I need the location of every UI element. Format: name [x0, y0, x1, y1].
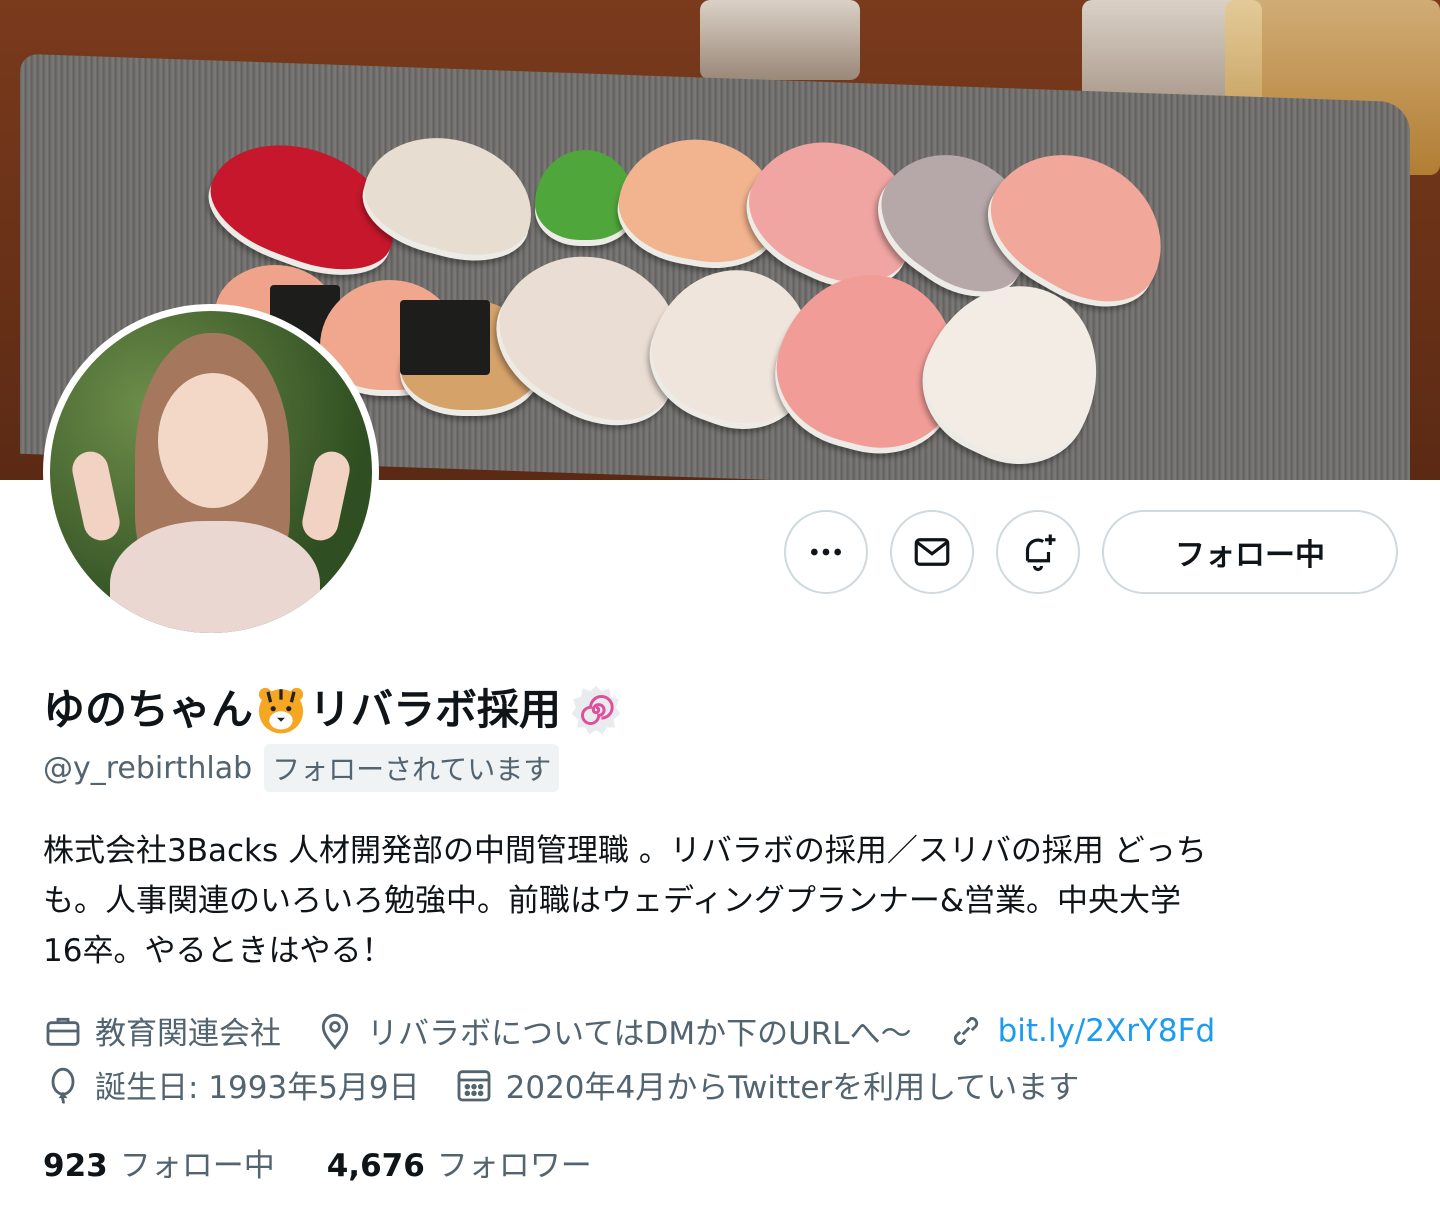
avatar-hand-left	[69, 448, 123, 544]
profile-category: 教育関連会社	[43, 1008, 281, 1053]
location-text: リバラボについてはDMか下のURLへ〜	[367, 1016, 912, 1052]
profile-stats: 923 フォロー中 4,676 フォロワー	[43, 1140, 644, 1185]
profile-birthday: 誕生日: 1993年5月9日	[43, 1062, 420, 1107]
profile-avatar[interactable]	[43, 304, 379, 640]
location-pin-icon	[321, 1013, 349, 1050]
display-name-part2: リバラボ採用	[309, 685, 562, 734]
profile-bio: 株式会社3Backs 人材開発部の中間管理職 。リバラボの採用／スリバの採用 ど…	[43, 833, 1207, 969]
follows-you-badge: フォローされています	[264, 744, 560, 792]
message-button[interactable]	[890, 510, 974, 594]
followers-count: 4,676	[326, 1148, 425, 1184]
more-button[interactable]	[784, 510, 868, 594]
more-dots-icon	[811, 548, 841, 556]
avatar-face	[158, 373, 268, 508]
glass-image	[700, 0, 860, 80]
profile-handle-row: @y_rebirthlab フォローされています	[43, 744, 560, 792]
followers-label: フォロワー	[436, 1148, 592, 1184]
avatar-body	[110, 521, 320, 633]
profile-name-row: ゆのちゃん リバラボ採用	[43, 680, 623, 740]
profile-meta-row-1: 教育関連会社 リバラボについてはDMか下のURLへ〜 bit.ly/2XrY8F…	[43, 1008, 1249, 1053]
link-icon	[953, 1016, 978, 1045]
nori-image	[400, 300, 490, 375]
notifications-button[interactable]	[996, 510, 1080, 594]
following-stat[interactable]: 923 フォロー中	[43, 1140, 275, 1185]
category-text: 教育関連会社	[95, 1016, 281, 1052]
birthday-text: 誕生日: 1993年5月9日	[95, 1070, 420, 1106]
briefcase-icon	[46, 1017, 80, 1046]
profile-website: bit.ly/2XrY8Fd	[946, 1011, 1216, 1051]
followers-stat[interactable]: 4,676 フォロワー	[327, 1140, 592, 1185]
profile-meta-row-2: 誕生日: 1993年5月9日 2020年4月からTwitterを利用しています	[43, 1062, 1113, 1107]
bell-plus-icon	[1025, 534, 1056, 572]
calendar-icon	[457, 1069, 491, 1101]
avatar-hand-right	[299, 448, 353, 544]
profile-joined: 2020年4月からTwitterを利用しています	[454, 1062, 1080, 1107]
balloon-icon	[51, 1067, 75, 1104]
display-name-part1: ゆのちゃん	[43, 685, 254, 734]
following-label: フォロー中	[119, 1148, 275, 1184]
avatar-photo	[50, 311, 372, 633]
username-handle: @y_rebirthlab	[43, 750, 253, 786]
website-link[interactable]: bit.ly/2XrY8Fd	[998, 1013, 1216, 1049]
joined-text: 2020年4月からTwitterを利用しています	[505, 1070, 1080, 1106]
profile-location: リバラボについてはDMか下のURLへ〜	[315, 1008, 912, 1053]
tiger-face-emoji-icon	[258, 687, 304, 734]
naruto-swirl-icon	[571, 685, 621, 735]
envelope-icon	[914, 538, 950, 566]
following-button[interactable]: フォロー中	[1102, 510, 1398, 594]
following-count: 923	[43, 1148, 108, 1184]
